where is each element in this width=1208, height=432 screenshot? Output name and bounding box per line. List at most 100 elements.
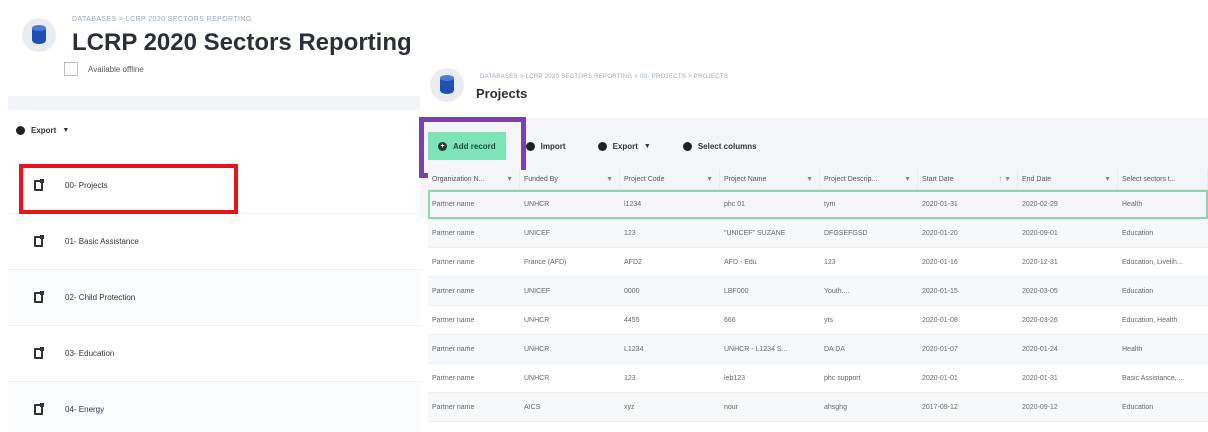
column-header[interactable]: Project Name ▼ [720, 170, 820, 189]
table-cell[interactable]: Partner name [428, 277, 520, 305]
table-cell[interactable]: 2020-01-07 [918, 335, 1018, 363]
table-row[interactable]: Partner name UNHCR l1234 phc 01 tym 2020-01-3… [428, 190, 1208, 219]
breadcrumb[interactable]: DATABASES > LCRP 2020 SECTORS REPORTING [72, 16, 252, 23]
table-cell[interactable]: leb123 [720, 364, 820, 392]
table-cell[interactable]: 2017-09-12 [918, 393, 1018, 421]
table-cell[interactable]: AFD - Edu [720, 248, 820, 276]
table-cell[interactable]: LBF000 [720, 277, 820, 305]
table-cell[interactable]: 2020-01-15 [918, 277, 1018, 305]
column-header[interactable]: Select sectors t... [1118, 170, 1208, 189]
table-cell[interactable]: Youth.... [820, 277, 918, 305]
table-cell[interactable]: AFD2 [620, 248, 720, 276]
table-cell[interactable]: l1234 [620, 190, 720, 218]
column-header[interactable]: Project Descrip... ▼ [820, 170, 918, 189]
table-cell[interactable]: Education [1118, 277, 1208, 305]
form-title: Projects [476, 86, 528, 101]
table-cell[interactable]: Partner name [428, 364, 520, 392]
column-header[interactable]: Funded By ▼ [520, 170, 620, 189]
table-cell[interactable]: 2020-01-08 [918, 306, 1018, 334]
table-cell[interactable]: Health [1118, 335, 1208, 363]
table-cell[interactable]: 2020-01-20 [918, 219, 1018, 247]
table-cell[interactable]: 2020-09-12 [1018, 393, 1118, 421]
table-row[interactable]: Partner name UNHCR 123 leb123 phc support 202… [428, 364, 1208, 393]
table-cell[interactable]: UNICEF [520, 219, 620, 247]
table-cell[interactable]: "UNICEF" SUZANE [720, 219, 820, 247]
table-cell[interactable]: phc 01 [720, 190, 820, 218]
table-cell[interactable]: 123 [820, 248, 918, 276]
table-cell[interactable]: 2020-01-16 [918, 248, 1018, 276]
table-cell[interactable]: ahsghg [820, 393, 918, 421]
table-cell[interactable]: Education [1118, 393, 1208, 421]
table-cell[interactable]: 123 [620, 364, 720, 392]
table-cell[interactable]: Basic Assistance, ... [1118, 364, 1208, 392]
column-header[interactable]: End Date ▼ [1018, 170, 1118, 189]
table-cell[interactable]: UNHCR [520, 306, 620, 334]
table-cell[interactable]: Health [1118, 190, 1208, 218]
table-cell[interactable]: 2020-01-31 [918, 190, 1018, 218]
table-cell[interactable]: nour [720, 393, 820, 421]
available-offline-checkbox[interactable] [64, 62, 78, 76]
table-cell[interactable]: 2020-09-01 [1018, 219, 1118, 247]
table-cell[interactable]: 2020-03-05 [1018, 277, 1118, 305]
table-cell[interactable]: Education, Health [1118, 306, 1208, 334]
table-cell[interactable]: AICS [520, 393, 620, 421]
select-columns-button[interactable]: Select columns [682, 141, 757, 151]
table-cell[interactable]: 2020-02-29 [1018, 190, 1118, 218]
folder-item-child-protection[interactable]: 02- Child Protection [8, 270, 420, 326]
table-cell[interactable]: UNHCR - L1234 S... [720, 335, 820, 363]
table-cell[interactable]: xyz [620, 393, 720, 421]
folder-item-basic-assistance[interactable]: 01- Basic Assistance [8, 214, 420, 270]
table-row[interactable]: Partner name AICS xyz nour ahsghg 2017-09-12 2… [428, 393, 1208, 422]
table-cell[interactable]: 0000 [620, 277, 720, 305]
table-row[interactable]: Partner name France (AFD) AFD2 AFD - Edu 123… [428, 248, 1208, 277]
available-offline-toggle[interactable]: Available offline [64, 62, 144, 76]
folder-item-education[interactable]: 03- Education [8, 326, 420, 382]
table-cell[interactable]: Education [1118, 219, 1208, 247]
filter-icon[interactable]: ▼ [904, 176, 911, 183]
export-button[interactable]: Export ▼ [16, 126, 69, 135]
filter-icon[interactable]: ▼ [806, 176, 813, 183]
filter-icon[interactable]: ▼ [506, 176, 513, 183]
import-button[interactable]: Import [525, 141, 566, 151]
table-cell[interactable]: phc support [820, 364, 918, 392]
table-cell[interactable]: Partner name [428, 335, 520, 363]
table-cell[interactable]: L1234 [620, 335, 720, 363]
table-cell[interactable]: DFGSEFGSD [820, 219, 918, 247]
table-cell[interactable]: UNHCR [520, 190, 620, 218]
table-row[interactable]: Partner name UNHCR 4455 666 yts 2020-01-08 202… [428, 306, 1208, 335]
table-cell[interactable]: UNHCR [520, 364, 620, 392]
table-cell[interactable]: 4455 [620, 306, 720, 334]
filter-icon[interactable]: ▼ [606, 176, 613, 183]
table-cell[interactable]: Partner name [428, 306, 520, 334]
filter-icon[interactable]: ▼ [706, 176, 713, 183]
table-cell[interactable]: Partner name [428, 393, 520, 421]
table-cell[interactable]: Partner name [428, 190, 520, 218]
table-cell[interactable]: yts [820, 306, 918, 334]
table-cell[interactable]: 2020-12-31 [1018, 248, 1118, 276]
table-cell[interactable]: Education, Livelih... [1118, 248, 1208, 276]
column-header[interactable]: Project Code ▼ [620, 170, 720, 189]
breadcrumb[interactable]: DATABASES > LCRP 2020 SECTORS REPORTING … [480, 74, 728, 80]
table-cell[interactable]: DA DA [820, 335, 918, 363]
table-cell[interactable]: 2020-01-24 [1018, 335, 1118, 363]
table-cell[interactable]: 666 [720, 306, 820, 334]
export-button[interactable]: Export ▼ [597, 141, 651, 151]
column-header[interactable]: Start Date ↑ ▼ [918, 170, 1018, 189]
table-row[interactable]: Partner name UNHCR L1234 UNHCR - L1234 S...… [428, 335, 1208, 364]
column-header[interactable]: Organization N... ▼ [428, 170, 520, 189]
filter-icon[interactable]: ▼ [1104, 176, 1111, 183]
table-cell[interactable]: UNHCR [520, 335, 620, 363]
table-cell[interactable]: 2020-01-01 [918, 364, 1018, 392]
table-cell[interactable]: Partner name [428, 248, 520, 276]
table-cell[interactable]: France (AFD) [520, 248, 620, 276]
folder-item-energy[interactable]: 04- Energy [8, 382, 420, 432]
table-row[interactable]: Partner name UNICEF 123 "UNICEF" SUZANE DFGS… [428, 219, 1208, 248]
table-cell[interactable]: 123 [620, 219, 720, 247]
table-cell[interactable]: 2020-01-31 [1018, 364, 1118, 392]
table-row[interactable]: Partner name UNICEF 0000 LBF000 Youth.... 202… [428, 277, 1208, 306]
table-cell[interactable]: tym [820, 190, 918, 218]
table-cell[interactable]: UNICEF [520, 277, 620, 305]
table-cell[interactable]: 2020-03-26 [1018, 306, 1118, 334]
sort-filter-icon[interactable]: ↑ ▼ [999, 176, 1011, 183]
table-cell[interactable]: Partner name [428, 219, 520, 247]
